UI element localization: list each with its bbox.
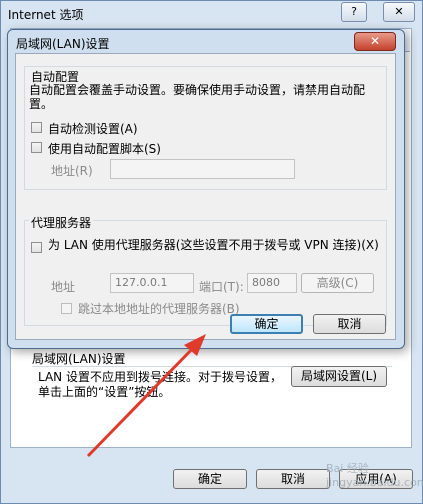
- annotation-arrow-icon: [86, 334, 206, 458]
